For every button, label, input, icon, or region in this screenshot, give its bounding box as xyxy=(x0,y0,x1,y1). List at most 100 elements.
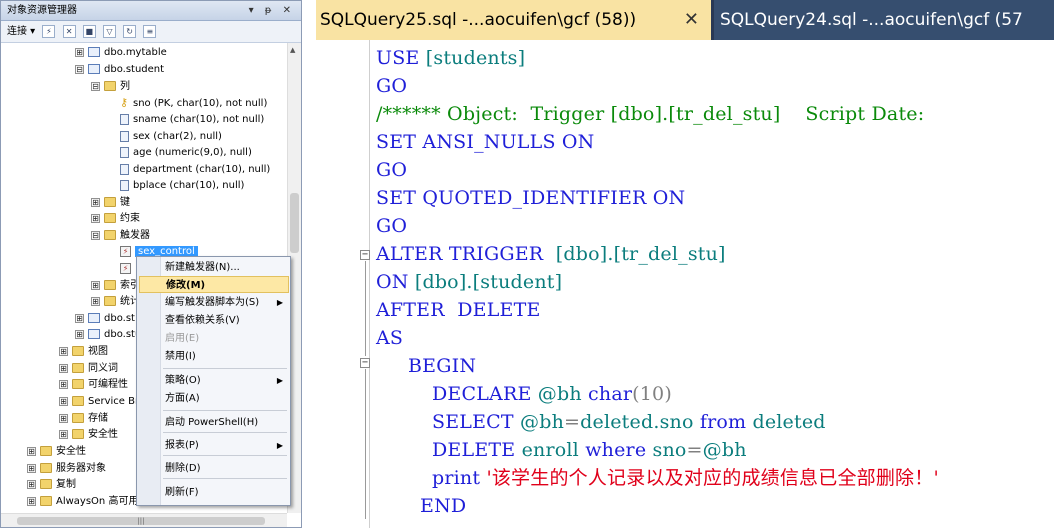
panel-window-controls[interactable]: ▾ ᵽ ✕ xyxy=(249,1,295,21)
expand-icon[interactable]: ⊞ xyxy=(91,197,100,207)
tree-node-label: AlwaysOn 高可用性 xyxy=(56,496,149,507)
identifier: [dbo].[student] xyxy=(414,271,563,293)
tree-node[interactable]: ⚷ sno (PK, char(10), not null) xyxy=(107,96,267,112)
context-menu-item[interactable]: 启动 PowerShell(H) xyxy=(139,414,289,431)
tree-node[interactable]: ⊞ 索引 xyxy=(91,278,140,294)
tree-node[interactable]: ⊞ dbo.mytable xyxy=(75,45,167,61)
tree-node-label: dbo.st xyxy=(104,313,135,324)
folder-icon xyxy=(104,197,116,207)
tree-node-label: 服务器对象 xyxy=(56,463,106,474)
horizontal-scrollbar-thumb[interactable]: ||| xyxy=(17,517,265,525)
expand-icon[interactable]: ⊞ xyxy=(27,479,36,489)
expand-icon[interactable]: ⊞ xyxy=(59,429,68,439)
menu-separator xyxy=(163,432,287,433)
disconnect-icon[interactable]: ✕ xyxy=(62,24,76,38)
connect-icon[interactable]: ⚡ xyxy=(42,24,56,38)
context-menu-item[interactable]: 新建触发器(N)... xyxy=(139,259,289,276)
context-menu-item[interactable]: 禁用(I) xyxy=(139,348,289,365)
context-menu-item[interactable]: 查看依赖关系(V) xyxy=(139,312,289,329)
code-line: SELECT @bh=deleted.sno from deleted xyxy=(432,408,826,436)
scroll-up-icon[interactable]: ▲ xyxy=(290,46,295,54)
expand-icon[interactable]: ⊞ xyxy=(75,313,84,323)
tree-node[interactable]: ⊞ AlwaysOn 高可用性 xyxy=(27,494,148,510)
tree-node[interactable]: department (char(10), null) xyxy=(107,162,270,178)
expand-icon[interactable]: ⊞ xyxy=(59,363,68,373)
tree-node[interactable]: sex (char(2), null) xyxy=(107,129,222,145)
folder-icon xyxy=(104,230,116,240)
tree-node[interactable]: ⊞ 键 xyxy=(91,195,130,211)
tree-node[interactable]: ⊞ 约束 xyxy=(91,211,140,227)
tree-node[interactable]: ⊟ dbo.student xyxy=(75,62,164,78)
table-icon xyxy=(88,329,100,339)
tree-node[interactable]: bplace (char(10), null) xyxy=(107,178,244,194)
folder-icon xyxy=(104,81,116,91)
summary-icon[interactable]: ≡ xyxy=(143,24,157,38)
expand-icon[interactable]: ⊞ xyxy=(91,296,100,306)
expand-icon[interactable]: ⊞ xyxy=(91,280,100,290)
tree-node-label: 同义词 xyxy=(88,363,118,374)
connect-button[interactable]: 连接 ▾ xyxy=(7,26,35,37)
refresh-icon[interactable]: ↻ xyxy=(123,24,137,38)
tree-node[interactable]: ⊞ 可编程性 xyxy=(59,377,128,393)
expand-icon[interactable]: ⊞ xyxy=(59,379,68,389)
tree-node[interactable]: ⊟ 列 xyxy=(91,79,130,95)
expand-icon[interactable]: ⊞ xyxy=(75,329,84,339)
tree-node-label: 复制 xyxy=(56,479,76,490)
context-menu-item[interactable]: 修改(M) xyxy=(139,276,289,293)
expand-icon[interactable]: ⊞ xyxy=(91,213,100,223)
tree-node[interactable]: ⊞ 复制 xyxy=(27,477,76,493)
expand-icon[interactable]: ⊞ xyxy=(59,346,68,356)
expand-icon[interactable]: ⊞ xyxy=(59,413,68,423)
tree-node[interactable]: ⚡ xyxy=(107,261,135,277)
folder-icon xyxy=(72,363,84,373)
tree-horizontal-scrollbar[interactable]: ||| xyxy=(1,513,287,527)
fold-collapse-begin-icon[interactable]: − xyxy=(360,358,370,368)
context-menu-item-label: 禁用(I) xyxy=(165,351,196,362)
context-menu-item-label: 刷新(F) xyxy=(165,487,199,498)
tree-node[interactable]: sname (char(10), not null) xyxy=(107,112,264,128)
code-line: DECLARE @bh char(10) xyxy=(432,380,672,408)
tree-node[interactable]: age (numeric(9,0), null) xyxy=(107,145,252,161)
context-menu-item[interactable]: 删除(D) xyxy=(139,460,289,477)
context-menu-item[interactable]: 编写触发器脚本为(S) ▶ xyxy=(139,294,289,311)
collapse-icon[interactable]: ⊟ xyxy=(91,230,100,240)
tree-node[interactable]: ⊞ dbo.st xyxy=(75,311,135,327)
context-menu-item[interactable]: 策略(O) ▶ xyxy=(139,372,289,389)
code-editor[interactable]: − − USE [students] GO /****** Object: Tr… xyxy=(316,40,1054,528)
key-icon: ⚷ xyxy=(120,95,129,109)
expand-icon[interactable]: ⊞ xyxy=(59,396,68,406)
expand-icon[interactable]: ⊞ xyxy=(27,496,36,506)
fold-collapse-alter-icon[interactable]: − xyxy=(360,250,370,260)
tab-sqlquery25[interactable]: SQLQuery25.sql -...aocuifen\gcf (58)) ✕ xyxy=(316,0,711,40)
expand-icon[interactable]: ⊞ xyxy=(75,47,84,57)
tree-node[interactable]: ⊞ 统计 xyxy=(91,294,140,310)
context-menu-item[interactable]: 方面(A) xyxy=(139,390,289,407)
code-line: AFTER DELETE xyxy=(376,296,541,324)
tree-node-label: dbo.student xyxy=(104,64,165,75)
tree-node[interactable]: ⊞ 服务器对象 xyxy=(27,461,106,477)
scrollbar-thumb[interactable] xyxy=(290,193,299,253)
context-menu-item-label: 报表(P) xyxy=(165,440,199,451)
context-menu-item[interactable]: 刷新(F) xyxy=(139,484,289,501)
tree-node[interactable]: ⊞ 同义词 xyxy=(59,361,118,377)
tree-node[interactable]: ⊞ 视图 xyxy=(59,344,108,360)
tree-node[interactable]: ⊞ 存储 xyxy=(59,411,108,427)
stop-icon[interactable]: ■ xyxy=(82,24,96,38)
filter-icon[interactable]: ▽ xyxy=(102,24,116,38)
context-menu-item[interactable]: 报表(P) ▶ xyxy=(139,437,289,454)
tree-node[interactable]: ⊞ 安全性 xyxy=(27,444,86,460)
expand-icon[interactable]: ⊞ xyxy=(27,463,36,473)
tree-node[interactable]: ⊞ Service Br xyxy=(59,394,139,410)
tree-node[interactable]: ⊟ 触发器 xyxy=(91,228,150,244)
code-line: GO xyxy=(376,72,407,100)
tab-sqlquery24[interactable]: SQLQuery24.sql -...aocuifen\gcf (57 xyxy=(714,0,1054,40)
collapse-icon[interactable]: ⊟ xyxy=(91,81,100,91)
keyword: char xyxy=(588,383,633,405)
close-tab-icon[interactable]: ✕ xyxy=(684,0,699,40)
expand-icon[interactable]: ⊞ xyxy=(27,446,36,456)
collapse-icon[interactable]: ⊟ xyxy=(75,64,84,74)
tree-node[interactable]: ⊞ 安全性 xyxy=(59,427,118,443)
column-icon xyxy=(120,113,129,125)
table-icon xyxy=(88,47,100,57)
code-line: print '该学生的个人记录以及对应的成绩信息已全部删除！' xyxy=(432,464,939,492)
